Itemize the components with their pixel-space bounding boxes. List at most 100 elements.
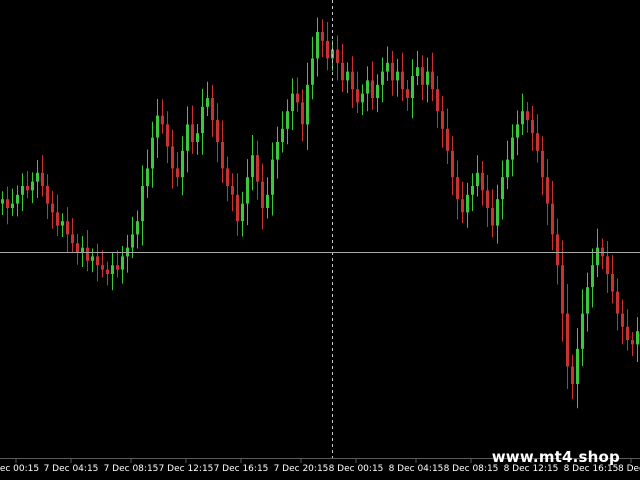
candle-body — [206, 98, 209, 107]
candle-body — [391, 62, 394, 81]
candle-body — [621, 313, 624, 327]
candle-body — [531, 120, 534, 134]
candle-body — [336, 49, 339, 63]
candle-body — [471, 186, 474, 195]
candle-body — [421, 67, 424, 85]
candle-body — [546, 177, 549, 204]
candle-body — [41, 172, 44, 186]
time-axis-label: 7 Dec 08:15 — [104, 464, 159, 474]
candle-body — [21, 186, 24, 195]
candle-body — [56, 212, 59, 226]
chart-background — [0, 0, 640, 480]
candle-body — [356, 89, 359, 103]
candle-body — [161, 115, 164, 125]
candle-body — [561, 265, 564, 314]
candle-body — [591, 265, 594, 288]
candle-body — [201, 106, 204, 134]
candle-body — [146, 168, 149, 186]
candle-body — [511, 137, 514, 160]
candle-body — [416, 67, 419, 76]
candle-body — [81, 247, 84, 252]
candle-body — [36, 172, 39, 182]
candle-body — [446, 128, 449, 151]
candle-body — [121, 256, 124, 270]
candle-body — [461, 199, 464, 213]
candle-body — [536, 133, 539, 151]
candle-body — [181, 150, 184, 178]
time-axis-label: 7 Dec 20:15 — [274, 464, 329, 474]
time-axis-label: 7 Dec 04:15 — [44, 464, 99, 474]
candle-body — [551, 203, 554, 235]
candle-body — [521, 111, 524, 125]
candle-body — [386, 62, 389, 72]
candle-body — [611, 274, 614, 292]
candle-body — [151, 137, 154, 169]
candle-body — [341, 62, 344, 81]
candle-body — [176, 168, 179, 178]
candle-body — [61, 221, 64, 226]
candle-body — [516, 124, 519, 138]
candle-body — [136, 221, 139, 235]
candle-body — [156, 115, 159, 138]
candle-body — [11, 203, 14, 208]
candle-body — [411, 76, 414, 98]
candle-body — [426, 71, 429, 85]
candle-body — [76, 243, 79, 252]
candle-body — [501, 177, 504, 200]
candle-body — [266, 194, 269, 208]
time-axis-label: Dec 00:15 — [0, 464, 39, 474]
candle-body — [281, 128, 284, 142]
candle-body — [1, 199, 4, 204]
candle-body — [256, 155, 259, 182]
candle-body — [526, 111, 529, 120]
candle-body — [96, 256, 99, 266]
candle-body — [481, 172, 484, 191]
candle-body — [166, 124, 169, 147]
candle-body — [211, 98, 214, 120]
candle-body — [91, 256, 94, 261]
candle-body — [436, 89, 439, 112]
candle-body — [71, 234, 74, 244]
candle-body — [396, 71, 399, 81]
candle-body — [576, 348, 579, 384]
candle-body — [66, 221, 69, 235]
candle-body — [441, 111, 444, 129]
candle-body — [116, 265, 119, 270]
candle-body — [241, 203, 244, 222]
candle-body — [51, 203, 54, 213]
candle-body — [581, 313, 584, 349]
candle-body — [131, 234, 134, 248]
time-axis-label: 7 Dec 16:15 — [214, 464, 269, 474]
candle-body — [401, 71, 404, 90]
candle-body — [496, 199, 499, 226]
candle-body — [571, 366, 574, 384]
candle-body — [366, 80, 369, 94]
candle-body — [111, 265, 114, 274]
candle-body — [606, 256, 609, 274]
candle-body — [311, 58, 314, 85]
candle-body — [291, 93, 294, 112]
watermark-text: www.mt4.shop — [491, 448, 620, 466]
candle-body — [246, 177, 249, 204]
candle-body — [286, 111, 289, 129]
candle-body — [361, 93, 364, 103]
candle-body — [16, 194, 19, 204]
candle-body — [476, 172, 479, 186]
candle-body — [636, 331, 639, 345]
candle-body — [186, 124, 189, 151]
time-axis-label: 8 Dec 00:15 — [329, 464, 384, 474]
candle-body — [586, 287, 589, 314]
candle-body — [556, 234, 559, 266]
candle-body — [296, 93, 299, 103]
candle-body — [406, 89, 409, 98]
candle-body — [26, 186, 29, 191]
candle-body — [456, 177, 459, 200]
candle-body — [171, 146, 174, 169]
time-axis-label: 8 Dec 08:15 — [444, 464, 499, 474]
candle-body — [276, 142, 279, 160]
candle-body — [6, 199, 9, 208]
price-chart[interactable]: Dec 00:15 7 Dec 04:15 7 Dec 08:157 Dec 12:… — [0, 0, 640, 480]
candle-body — [491, 208, 494, 226]
candle-body — [196, 133, 199, 142]
candle-body — [596, 247, 599, 266]
